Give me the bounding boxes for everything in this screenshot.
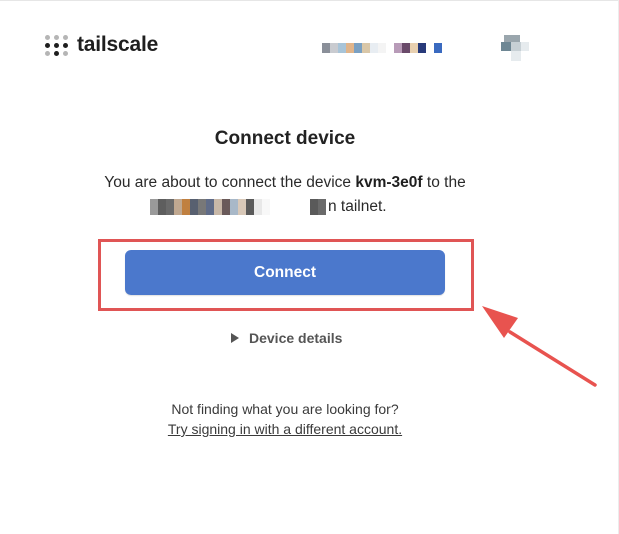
redacted-pixel: [434, 43, 442, 53]
tailnet-name-redacted: [150, 199, 326, 215]
avatar-icon[interactable]: [501, 35, 529, 61]
redacted-pixel: [254, 199, 262, 215]
redacted-pixel: [158, 199, 166, 215]
logo-text: tailscale: [77, 33, 159, 56]
redacted-pixel: [418, 43, 426, 53]
description-prefix: You are about to connect the device: [104, 174, 352, 191]
redacted-pixel: [386, 43, 394, 53]
redacted-pixel: [198, 199, 206, 215]
redacted-pixel: [410, 43, 418, 53]
description-suffix: to the: [426, 174, 466, 191]
disclosure-triangle-icon: [231, 333, 239, 343]
help-text: Not finding what you are looking for?: [171, 401, 399, 417]
redacted-pixel: [150, 199, 158, 215]
redacted-pixel: [318, 199, 326, 215]
page-title: Connect device: [214, 128, 356, 149]
redacted-pixel: [394, 43, 402, 53]
redacted-pixel: [230, 199, 238, 215]
redacted-pixel: [302, 199, 310, 215]
tailscale-logo[interactable]: tailscale: [45, 33, 158, 57]
redacted-pixel: [338, 43, 346, 53]
redacted-pixel: [310, 199, 318, 215]
redacted-pixel: [322, 43, 330, 53]
redacted-pixel: [362, 43, 370, 53]
connect-button[interactable]: Connect: [125, 250, 445, 295]
tailscale-dots-icon: [45, 34, 68, 56]
device-details-label: Device details: [249, 330, 343, 346]
redacted-pixel: [190, 199, 198, 215]
redacted-pixel: [270, 199, 278, 215]
redacted-pixel: [182, 199, 190, 215]
redacted-pixel: [238, 199, 246, 215]
help-link-row: Try signing in with a different account.: [0, 421, 570, 437]
redacted-pixel: [262, 199, 270, 215]
redacted-pixel: [378, 43, 386, 53]
device-name: kvm-3e0f: [355, 174, 423, 191]
redacted-pixel: [206, 199, 214, 215]
redacted-pixel: [174, 199, 182, 215]
redacted-pixel: [354, 43, 362, 53]
tailnet-label: n tailnet.: [328, 198, 387, 215]
redacted-pixel: [426, 43, 434, 53]
window-top-border: [0, 0, 619, 1]
device-details-toggle[interactable]: Device details: [231, 330, 342, 346]
redacted-pixel: [214, 199, 222, 215]
redacted-pixel: [330, 43, 338, 53]
redacted-pixel: [278, 199, 286, 215]
redacted-pixel: [286, 199, 294, 215]
connect-description: You are about to connect the device kvm-…: [0, 174, 570, 192]
tailnet-line: n tailnet.: [150, 196, 387, 218]
different-account-link[interactable]: Try signing in with a different account.: [168, 421, 402, 437]
redacted-pixel: [246, 199, 254, 215]
annotation-arrow-icon: [482, 306, 597, 387]
redacted-pixel: [294, 199, 302, 215]
redacted-pixel: [166, 199, 174, 215]
account-email-redacted: [322, 43, 442, 53]
redacted-pixel: [402, 43, 410, 53]
redacted-pixel: [346, 43, 354, 53]
redacted-pixel: [370, 43, 378, 53]
redacted-pixel: [222, 199, 230, 215]
